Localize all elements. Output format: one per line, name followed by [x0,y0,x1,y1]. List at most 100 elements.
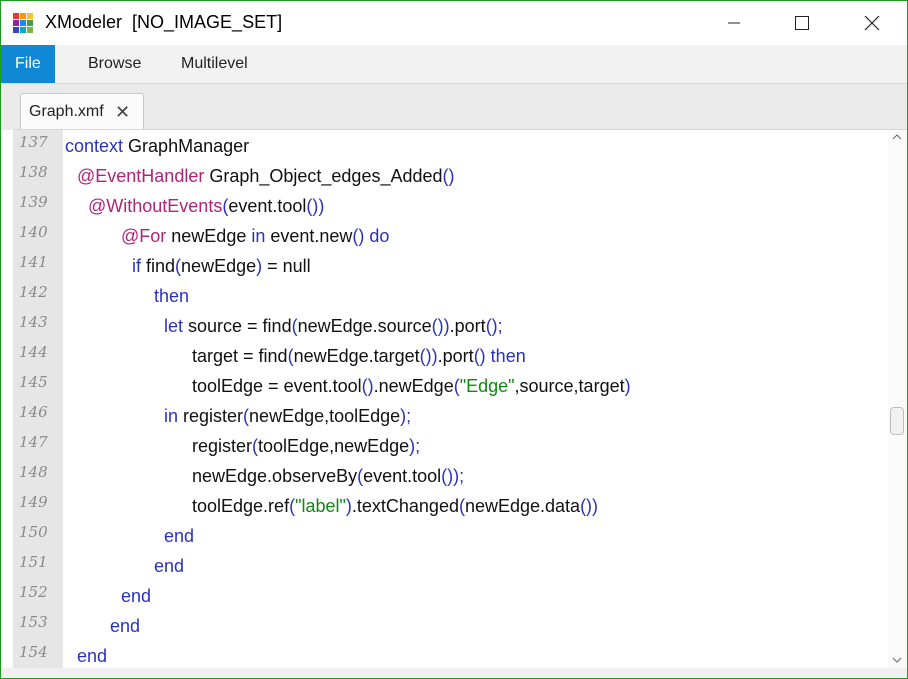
code-token: ) [624,376,631,396]
menu-bar: File Browse Multilevel [1,45,907,84]
code-token: ()) [306,196,325,216]
code-token: end [164,526,195,546]
maximize-button[interactable] [779,1,825,45]
code-token: GraphManager [128,136,250,156]
title-bar[interactable]: XModeler [NO_IMAGE_SET] [1,1,907,45]
close-button[interactable] [849,1,895,45]
scroll-up-icon[interactable] [892,134,902,140]
code-line[interactable]: end [110,616,140,636]
line-number: 145 [19,373,48,391]
code-token: event.tool [228,196,307,216]
code-line[interactable]: @WithoutEvents(event.tool()) [88,196,324,216]
menu-multilevel[interactable]: Multilevel [167,45,262,83]
app-logo-icon [13,13,33,33]
line-number: 140 [19,223,48,241]
code-token: then [154,286,190,306]
code-line[interactable]: newEdge.observeBy(event.tool()); [192,466,464,486]
close-icon [864,15,880,31]
bottom-bar [1,668,907,678]
code-token: newEdge [181,256,257,276]
code-token: newEdge.data [464,496,581,516]
code-area[interactable]: context GraphManager @EventHandler Graph_… [63,130,888,669]
code-token: context [65,136,129,156]
code-line[interactable]: end [154,556,184,576]
code-line[interactable]: end [121,586,151,606]
code-line[interactable]: let source = find(newEdge.source()).port… [164,316,503,336]
tab-graph-xmf[interactable]: Graph.xmf ✕ [20,93,144,130]
code-token: ()) [431,316,450,336]
menu-file[interactable]: File [1,45,55,83]
code-line[interactable]: @EventHandler Graph_Object_edges_Added() [77,166,455,186]
code-token: end [77,646,108,666]
line-number: 148 [19,463,48,481]
code-token: = null [262,256,311,276]
code-token: newEdge [171,226,252,246]
code-line[interactable]: in register(newEdge,toolEdge); [164,406,411,426]
code-line[interactable]: toolEdge = event.tool().newEdge("Edge",s… [192,376,631,396]
code-line[interactable]: toolEdge.ref("label").textChanged(newEdg… [192,496,598,516]
tab-bar: Graph.xmf ✕ [1,84,907,130]
code-token: "label" [295,496,346,516]
maximize-icon [795,16,809,30]
code-token: ()) [419,346,438,366]
code-token: event.new [270,226,353,246]
code-line[interactable]: register(toolEdge,newEdge); [192,436,420,456]
line-number: 141 [19,253,48,271]
code-line[interactable]: then [154,286,189,306]
tab-close-icon[interactable]: ✕ [115,102,130,123]
code-token: () [442,166,455,186]
line-number: 147 [19,433,48,451]
vertical-scrollbar[interactable] [888,130,906,669]
code-token: newEdge.observeBy [192,466,358,486]
code-token: toolEdge,newEdge [258,436,410,456]
code-token: .textChanged [351,496,459,516]
code-token: .port [437,346,474,366]
code-token: end [154,556,185,576]
line-number: 153 [19,613,48,631]
line-number: 139 [19,193,48,211]
code-token: newEdge.source [297,316,432,336]
app-window: XModeler [NO_IMAGE_SET] File Browse Mult… [0,0,908,679]
line-number: 154 [19,643,48,661]
line-number-gutter: 137 138 139 140 141 142 143 144 145 146 147 148 149 1… [13,130,63,669]
code-editor[interactable]: 137 138 139 140 141 142 143 144 145 146 147 148 149 1… [13,129,906,669]
code-token: () then [473,346,526,366]
code-token: in [251,226,271,246]
code-token: @For [121,226,172,246]
code-token: ()); [441,466,465,486]
code-token: ); [400,406,412,426]
code-line[interactable]: @For newEdge in event.new() do [121,226,389,246]
code-token: .port [449,316,486,336]
code-token: @WithoutEvents [88,196,223,216]
code-token: end [110,616,141,636]
code-line[interactable]: end [164,526,194,546]
code-token: "Edge" [459,376,515,396]
line-number: 152 [19,583,48,601]
line-number: 142 [19,283,48,301]
code-token: (); [485,316,503,336]
code-token: .newEdge [373,376,454,396]
code-line[interactable]: end [77,646,107,666]
minimize-icon [728,22,740,24]
code-line[interactable]: context GraphManager [65,136,249,156]
line-number: 150 [19,523,48,541]
code-token: () do [352,226,390,246]
code-token: register [192,436,253,456]
code-line[interactable]: if find(newEdge) = null [132,256,311,276]
code-token: target = find [192,346,288,366]
scrollbar-thumb[interactable] [890,407,904,435]
code-line[interactable]: target = find(newEdge.target()).port() t… [192,346,526,366]
menu-browse[interactable]: Browse [74,45,155,83]
line-number: 143 [19,313,48,331]
window-title: XModeler [NO_IMAGE_SET] [45,12,283,32]
code-token: if [132,256,147,276]
code-token: newEdge,toolEdge [249,406,401,426]
code-token: Graph_Object_edges_Added [209,166,443,186]
line-number: 138 [19,163,48,181]
tab-label: Graph.xmf [29,103,104,120]
code-token: in [164,406,184,426]
minimize-button[interactable] [711,1,757,45]
line-number: 144 [19,343,48,361]
scroll-down-icon[interactable] [892,657,902,663]
code-token: ); [409,436,421,456]
